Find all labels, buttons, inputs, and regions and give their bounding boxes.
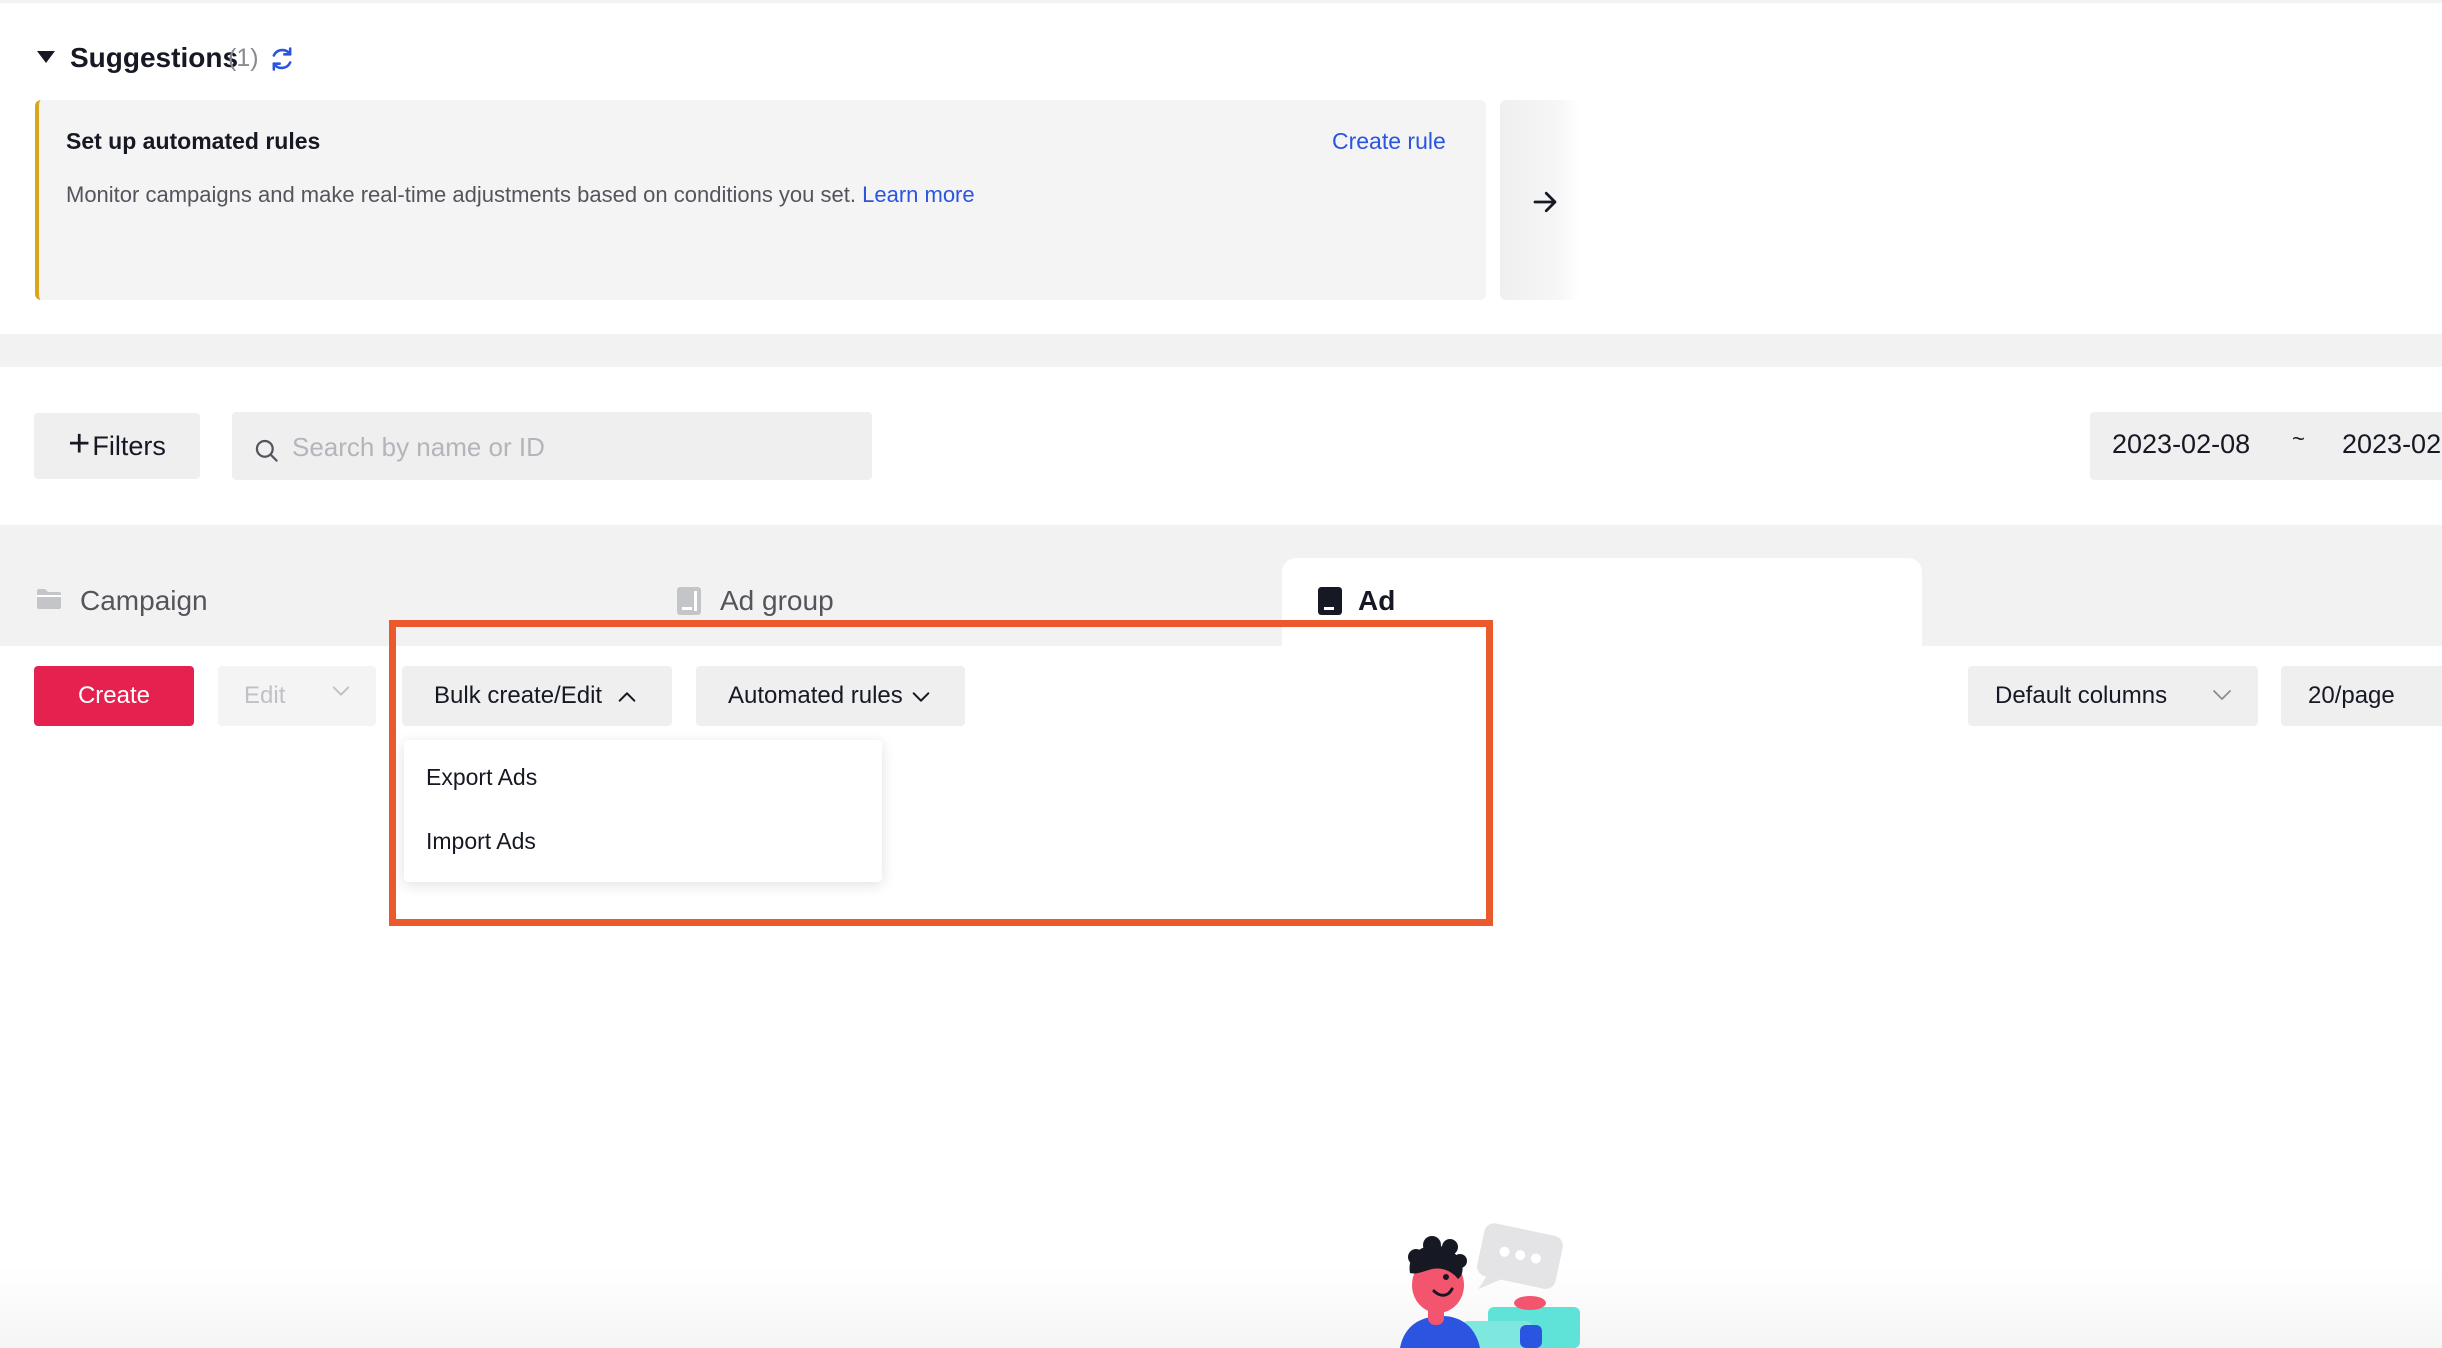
ad-icon	[1318, 587, 1342, 615]
date-separator: ~	[2292, 426, 2305, 451]
edit-button[interactable]: Edit	[218, 666, 376, 726]
arrow-right-icon[interactable]	[1530, 187, 1560, 217]
suggestions-title[interactable]: Suggestions	[70, 42, 238, 74]
tab-campaign[interactable]: Campaign	[80, 585, 208, 617]
collapse-caret-icon[interactable]	[37, 51, 55, 63]
highlight-box	[389, 620, 1493, 926]
chevron-down-icon	[332, 686, 350, 696]
date-end[interactable]: 2023-02	[2342, 429, 2441, 460]
learn-more-link[interactable]: Learn more	[862, 182, 975, 207]
filters-button-label: Filters	[92, 430, 166, 461]
refresh-icon[interactable]	[268, 45, 296, 73]
suggestion-description-text: Monitor campaigns and make real-time adj…	[66, 182, 856, 207]
suggestion-card-description: Monitor campaigns and make real-time adj…	[66, 182, 975, 208]
tab-ad[interactable]: Ad	[1358, 585, 1395, 617]
empty-state-illustration	[1400, 1223, 1580, 1348]
tab-ad-group[interactable]: Ad group	[720, 585, 834, 617]
plus-icon: +	[68, 423, 91, 465]
create-button[interactable]: Create	[34, 666, 194, 726]
page-size-select[interactable]: 20/page	[2281, 666, 2442, 726]
suggestion-card-title: Set up automated rules	[66, 128, 321, 154]
filters-button[interactable]: + Filters	[34, 413, 200, 479]
search-input[interactable]	[290, 424, 854, 470]
ad-group-icon	[677, 587, 701, 615]
chevron-down-icon	[2213, 690, 2231, 700]
date-start[interactable]: 2023-02-08	[2112, 429, 2250, 460]
folder-icon	[37, 589, 61, 609]
search-icon	[255, 439, 278, 462]
suggestions-count: (1)	[228, 44, 259, 72]
create-rule-link[interactable]: Create rule	[1332, 128, 1446, 155]
